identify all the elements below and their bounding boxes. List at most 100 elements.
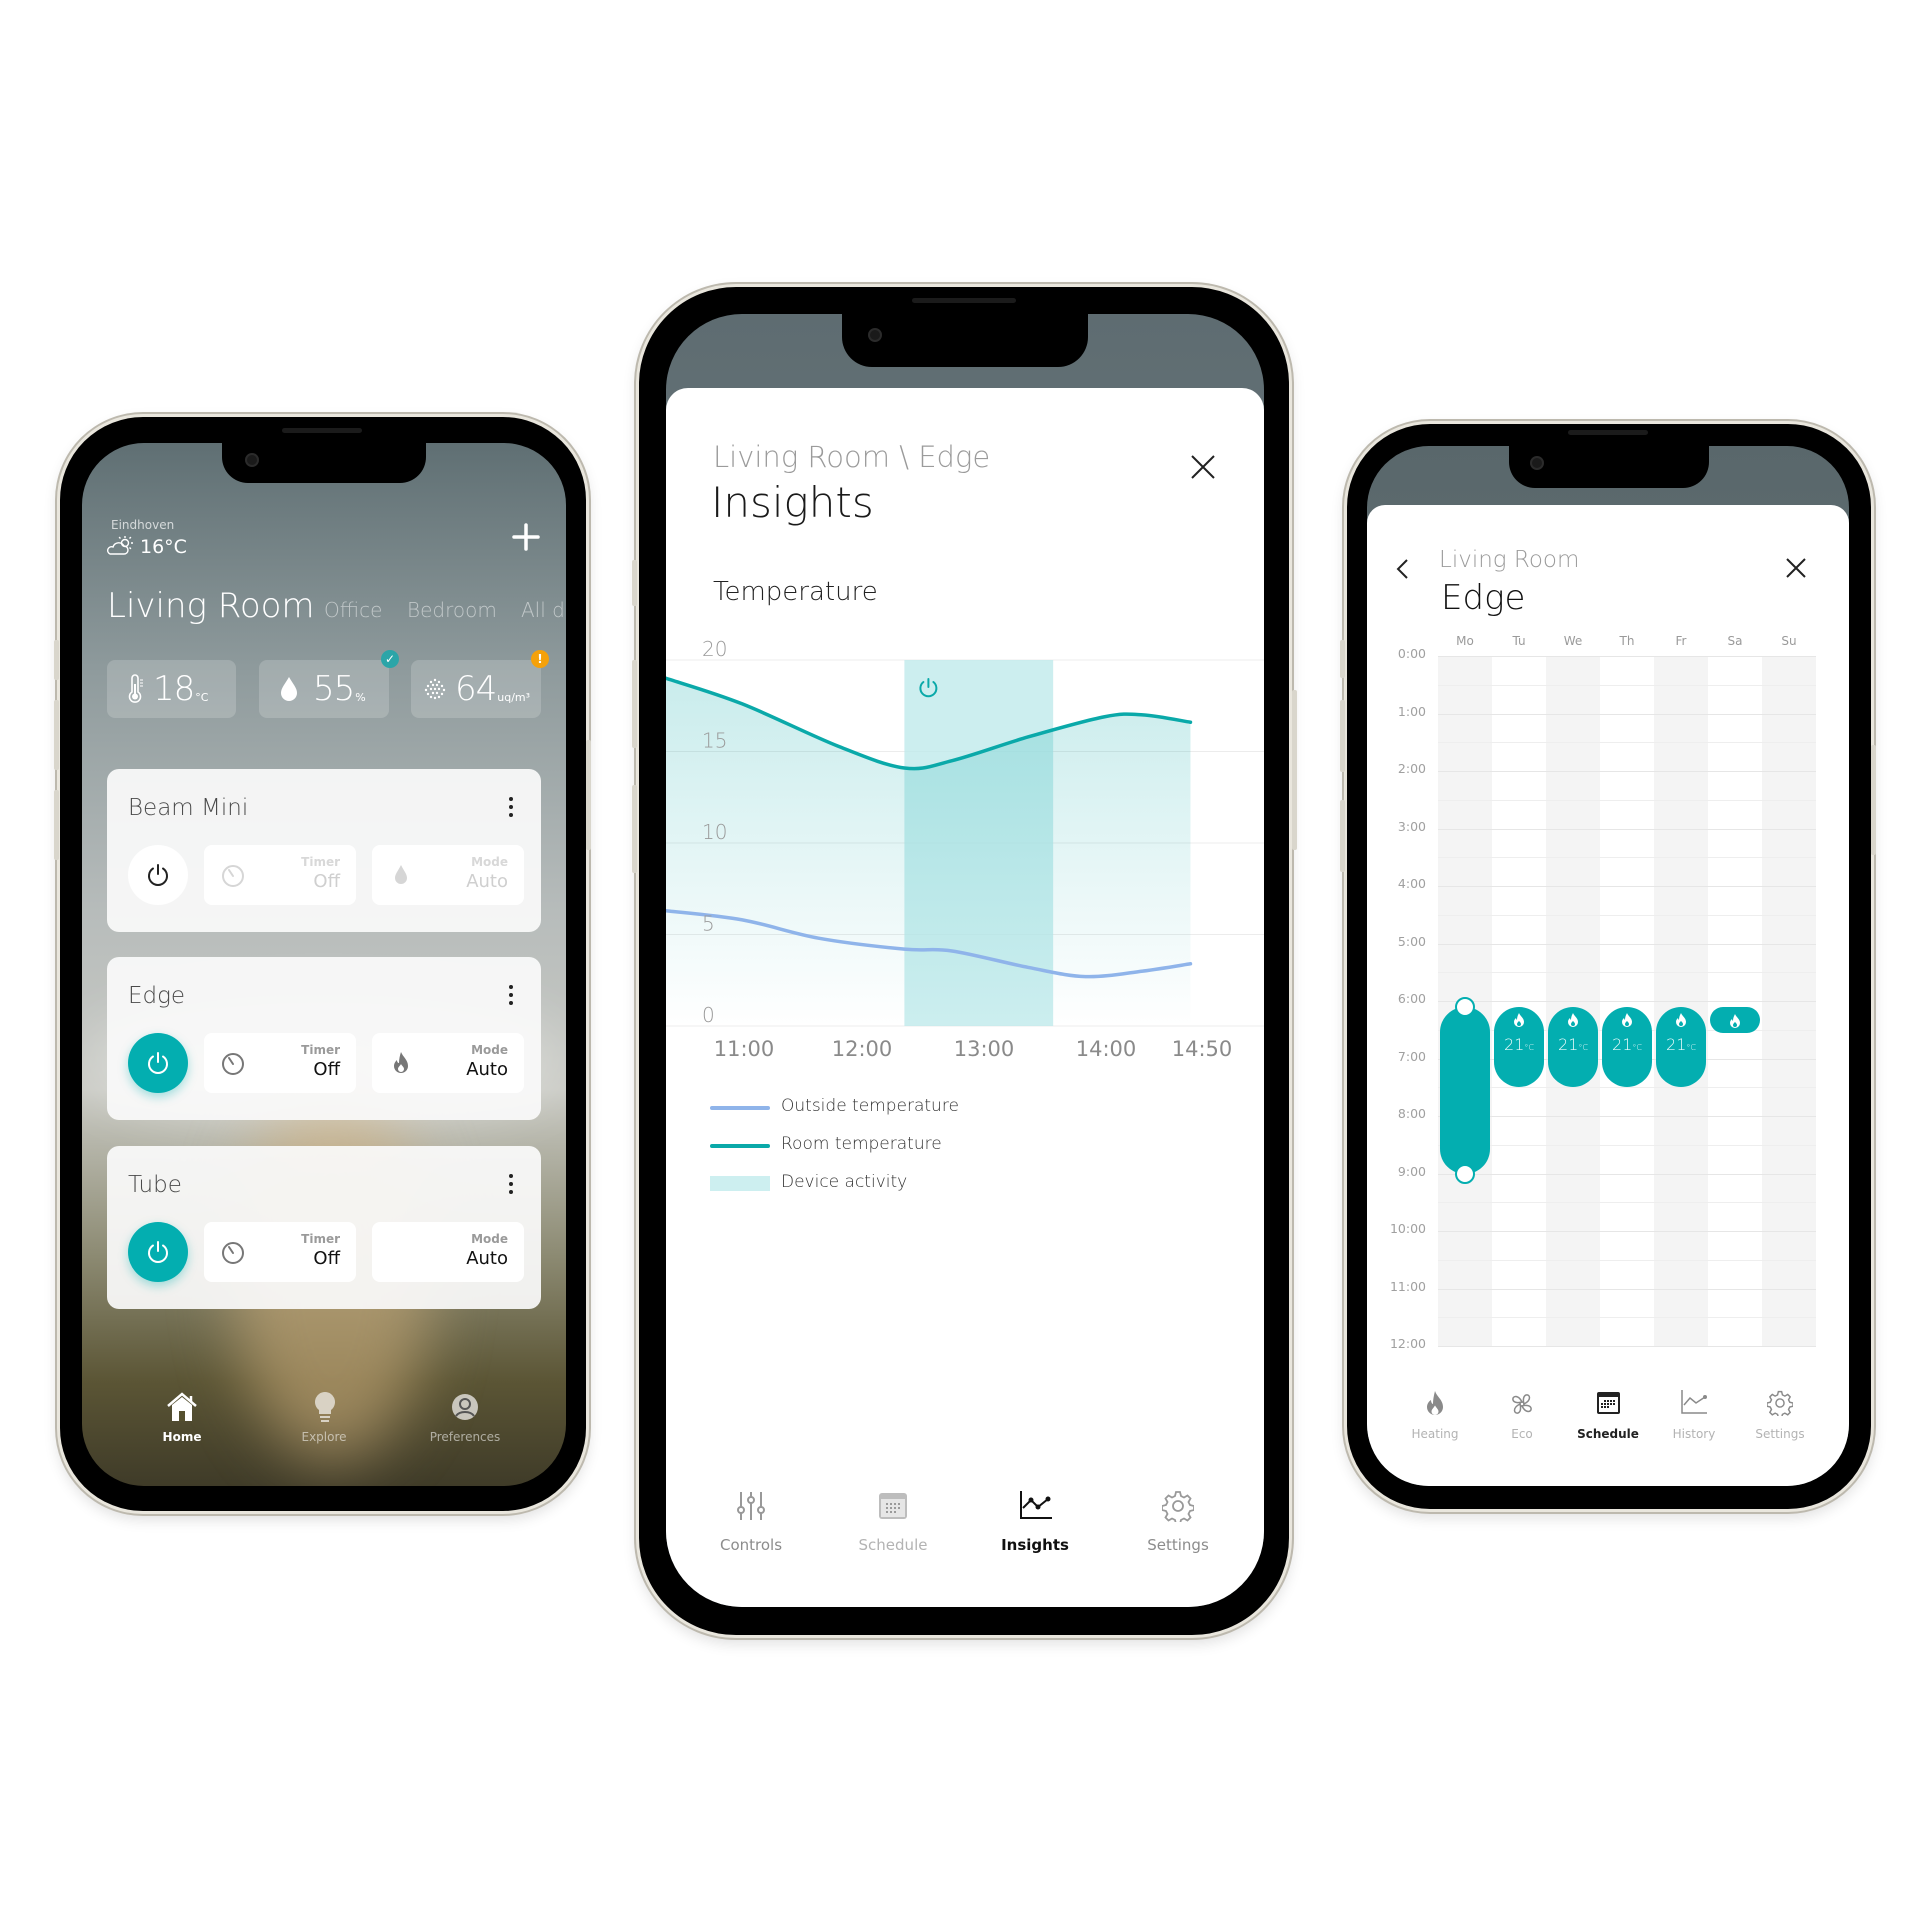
back-button[interactable] [1394,558,1412,580]
power-button[interactable] [128,845,188,905]
tab-heating-label[interactable]: Heating [1411,1427,1458,1441]
stat-unit: °C [195,690,209,704]
tab-schedule-label[interactable]: Schedule [859,1536,928,1554]
close-button[interactable] [1189,453,1217,481]
nav-preferences[interactable] [451,1393,479,1421]
phone-side-button [54,700,59,770]
schedule-block[interactable]: 21°C [1548,1006,1598,1088]
warning-badge-icon: ! [531,650,549,668]
mode-control[interactable]: Mode Auto [372,845,524,905]
power-icon [148,1052,168,1074]
y-tick-label: 0 [702,1003,715,1027]
room-tab-living-room[interactable]: Living Room [107,586,315,626]
nav-home-label[interactable]: Home [163,1430,202,1444]
tab-history-label[interactable]: History [1673,1427,1716,1441]
grid-line [1438,1144,1816,1146]
device-card-edge[interactable]: Edge Timer Off Mode Auto [107,957,541,1120]
page-title: Insights [711,478,874,527]
grid-line [1438,771,1816,772]
timer-control[interactable]: Timer Off [204,1033,356,1093]
device-title: Edge [1441,578,1526,618]
tab-controls-label[interactable]: Controls [720,1536,782,1554]
timer-control[interactable]: Timer Off [204,1222,356,1282]
tab-controls[interactable] [735,1490,767,1522]
tab-history[interactable] [1680,1389,1708,1415]
tab-eco[interactable] [1508,1390,1536,1418]
power-button[interactable] [128,1033,188,1093]
day-header: Sa [1727,634,1743,648]
time-label: 9:00 [1397,1163,1426,1179]
time-label: 12:00 [1389,1336,1426,1351]
mode-control[interactable]: Mode Auto [372,1222,524,1282]
stat-tile-humidity[interactable]: 55% [259,660,389,718]
thermometer-icon [128,674,143,703]
home-icon [167,1392,197,1421]
stat-tile-air-quality[interactable]: 64 uq/m³ [411,660,541,718]
drag-handle-top[interactable] [1455,996,1475,1017]
timer-icon [222,1242,244,1264]
legend-swatch-outside [710,1106,770,1110]
schedule-block[interactable] [1710,1006,1760,1033]
stat-tile-temperature[interactable]: 18 °C [107,660,236,718]
flame-icon [394,1052,408,1073]
lightbulb-icon [315,1392,335,1422]
room-tab-office[interactable]: Office [324,598,382,622]
nav-explore[interactable] [312,1390,338,1426]
partly-cloudy-icon [106,535,136,557]
drag-handle-bottom[interactable] [1455,1163,1475,1184]
mode-control[interactable]: Mode Auto [372,1033,524,1093]
tab-settings-label[interactable]: Settings [1147,1536,1209,1554]
schedule-block[interactable]: 21°C [1602,1006,1652,1088]
legend-swatch-room [710,1144,770,1148]
tab-insights[interactable] [1019,1490,1053,1520]
calendar-icon [879,1493,907,1519]
nav-home[interactable] [162,1390,202,1426]
grid-line [1438,1317,1816,1319]
y-tick-label: 15 [702,729,727,753]
more-options-icon[interactable] [509,985,513,1009]
grid-line [1438,886,1816,887]
device-card-tube[interactable]: Tube Timer Off Mode Auto [107,1146,541,1309]
power-button[interactable] [128,1222,188,1282]
room-tab-bedroom[interactable]: Bedroom [407,598,497,622]
check-badge-icon: ✓ [381,650,399,668]
schedule-block[interactable]: 21°C [1494,1006,1544,1088]
mode-label: Mode [471,855,508,869]
schedule-block[interactable]: 21°C [1656,1006,1706,1088]
phone-side-button [1340,700,1345,772]
grid-line [1438,1001,1816,1002]
tab-schedule[interactable] [878,1492,908,1520]
nav-preferences-label[interactable]: Preferences [430,1430,501,1444]
day-header: Su [1781,634,1797,648]
nav-explore-label[interactable]: Explore [301,1430,346,1444]
y-tick-label: 10 [702,820,727,844]
tab-schedule[interactable] [1596,1391,1621,1415]
tab-settings[interactable] [1766,1390,1794,1419]
tab-insights-label[interactable]: Insights [1001,1536,1069,1554]
block-unit: °C [1524,1042,1534,1052]
tab-schedule-label[interactable]: Schedule [1577,1427,1639,1441]
breadcrumb: Living Room \ Edge [713,440,991,474]
more-options-icon[interactable] [509,1174,513,1198]
legend-label-outside: Outside temperature [781,1096,959,1116]
particles-icon [424,678,446,700]
schedule-block[interactable] [1440,1006,1490,1174]
tab-settings[interactable] [1161,1490,1195,1525]
grid-line [1438,1173,1816,1175]
close-button[interactable] [1785,557,1807,579]
tab-eco-label[interactable]: Eco [1511,1427,1533,1441]
tab-heating[interactable] [1424,1390,1446,1418]
add-button[interactable] [512,523,540,551]
device-name: Edge [128,983,186,1009]
grid-line [1438,828,1816,830]
tab-settings-label[interactable]: Settings [1755,1427,1804,1441]
timer-control[interactable]: Timer Off [204,845,356,905]
room-tab-all[interactable]: All de [521,598,566,622]
device-card-beam-mini[interactable]: Beam Mini Timer Off Mode Auto [107,769,541,932]
mode-label: Mode [471,1043,508,1057]
day-header: Th [1619,634,1635,648]
time-label: 4:00 [1397,876,1426,891]
more-options-icon[interactable] [509,797,513,821]
block-unit: °C [1686,1042,1696,1052]
section-title: Temperature [713,577,878,607]
